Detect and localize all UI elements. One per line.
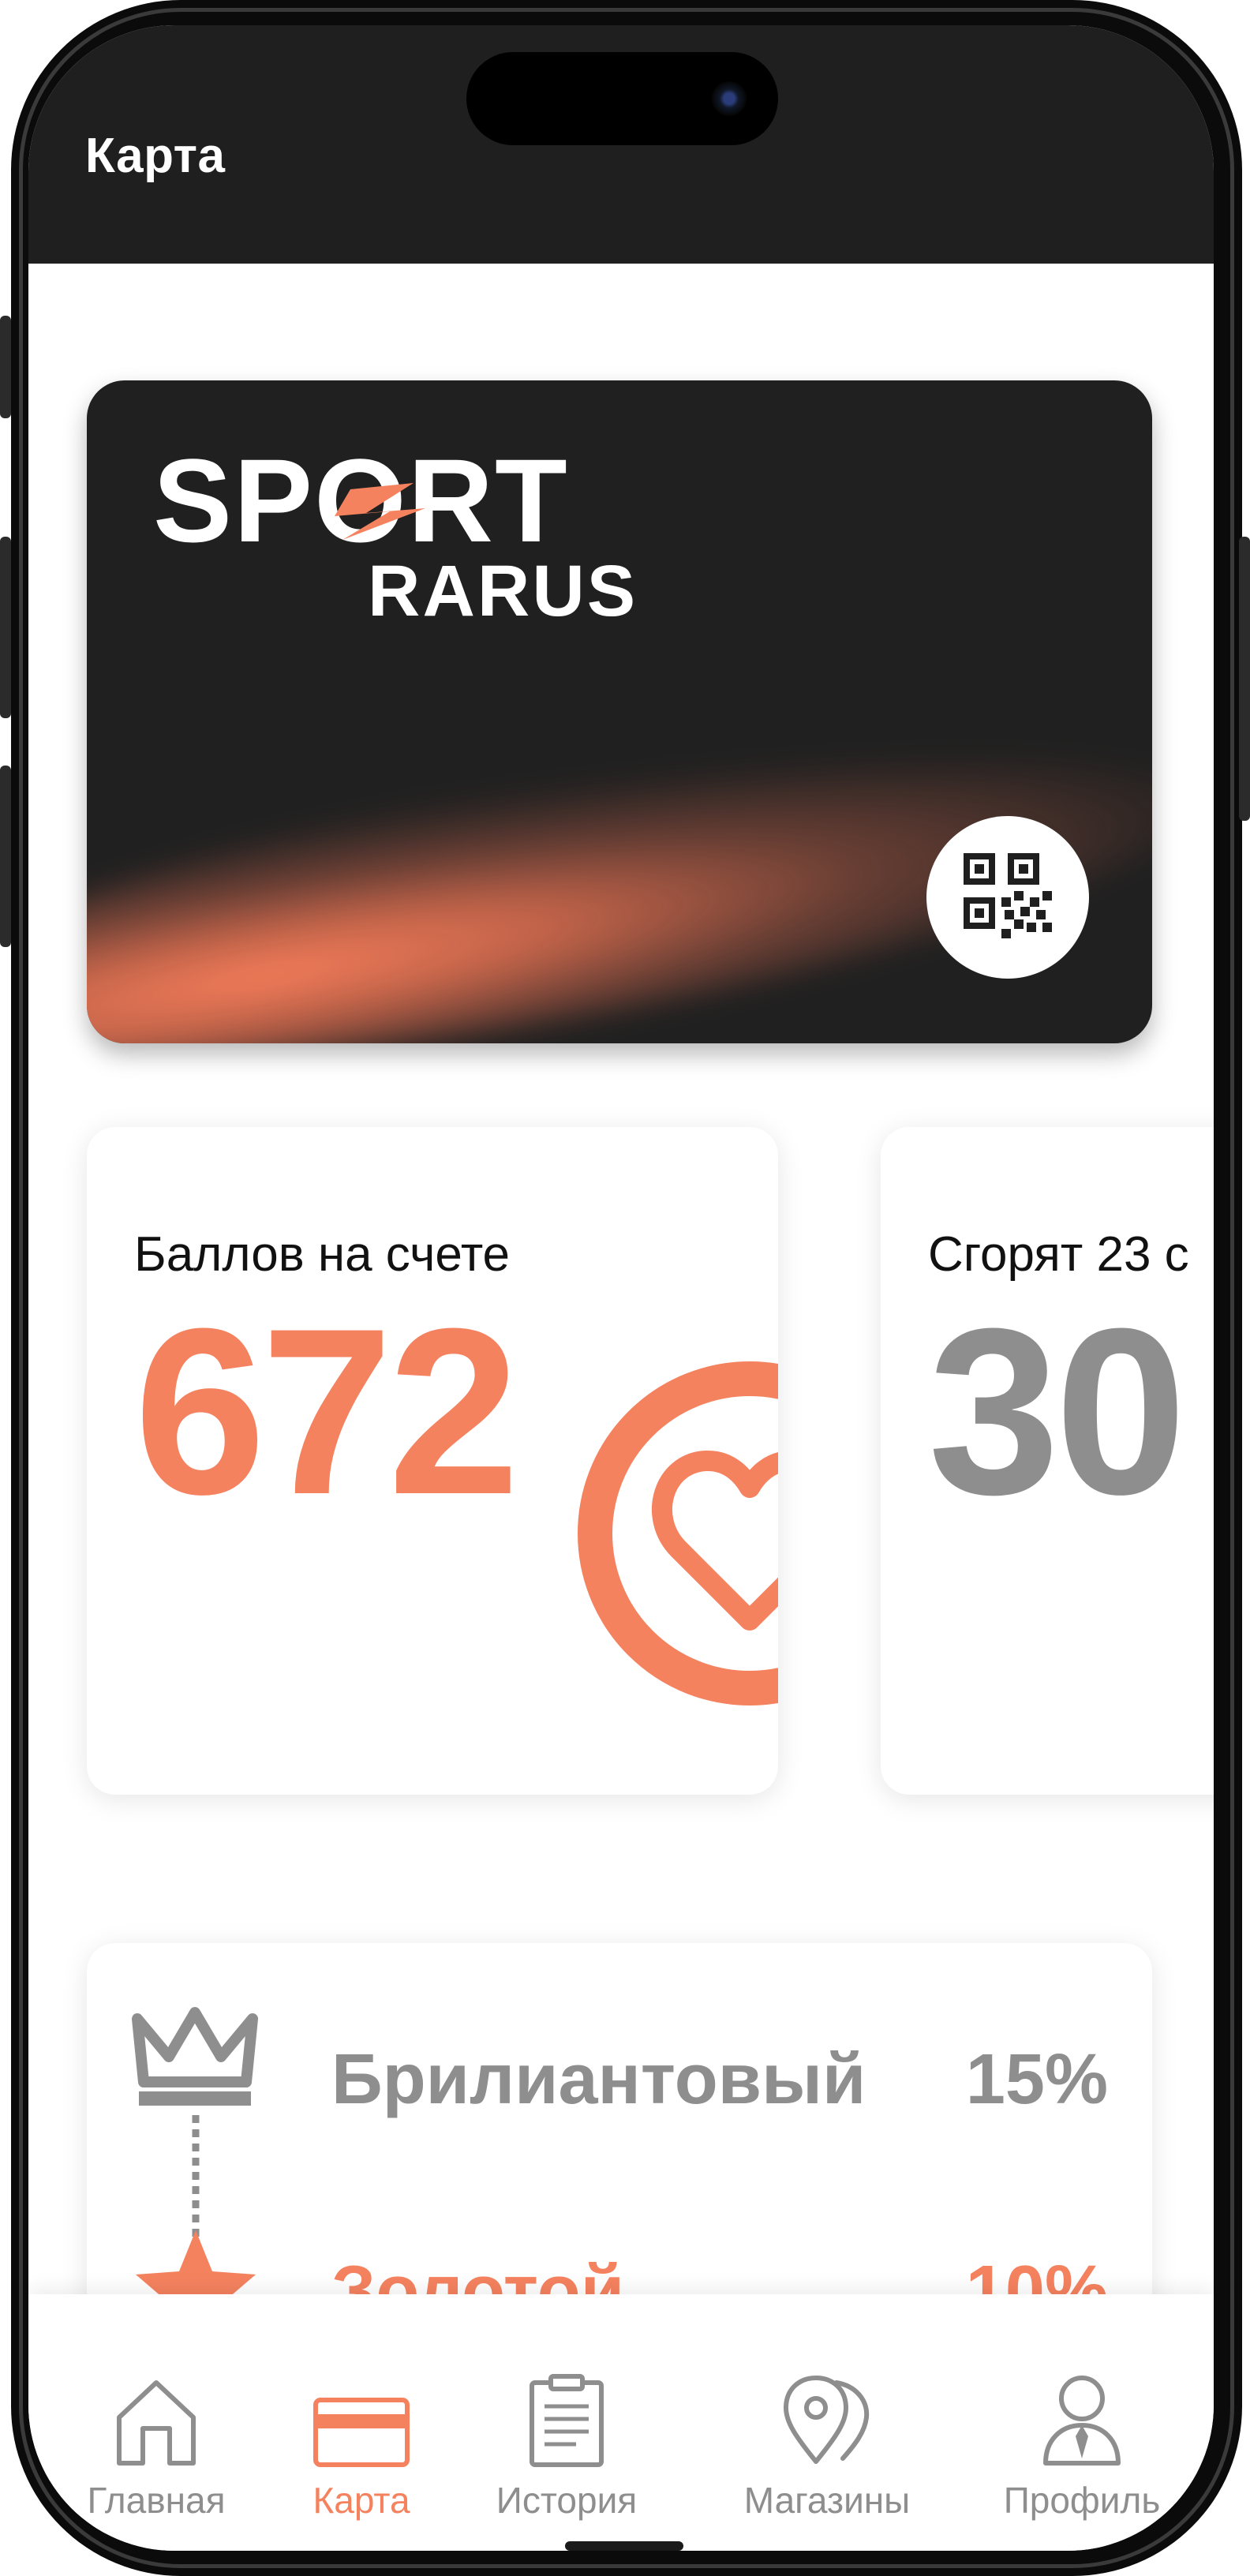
tab-profile-label: Профиль [1003, 2480, 1161, 2521]
tab-home[interactable]: Главная [54, 2365, 259, 2522]
home-indicator [565, 2541, 683, 2551]
volume-up-button [0, 537, 11, 718]
tab-home-label: Главная [87, 2480, 226, 2521]
dynamic-island [466, 52, 778, 145]
power-button [1239, 537, 1250, 821]
qr-code-button[interactable] [926, 816, 1089, 979]
expiring-value: 30 [928, 1279, 1187, 1544]
tab-stores-label: Магазины [743, 2480, 911, 2521]
volume-down-button [0, 766, 11, 947]
balance-value: 672 [134, 1279, 520, 1544]
loyalty-card[interactable]: SPORT RARUS [87, 380, 1152, 1043]
balance-label: Баллов на счете [134, 1227, 511, 1282]
home-icon [117, 2380, 196, 2466]
tab-card-label: Карта [312, 2480, 410, 2521]
crown-icon [132, 2007, 258, 2106]
card-icon [313, 2398, 410, 2467]
tab-history-label: История [496, 2480, 638, 2521]
page-title: Карта [85, 129, 226, 183]
profile-icon [1043, 2376, 1121, 2466]
tab-card[interactable]: Карта [259, 2365, 464, 2522]
app-screen: Карта SPORT RARUS [28, 25, 1214, 2551]
location-icon [784, 2376, 870, 2464]
balance-card[interactable]: Баллов на счете 672 [87, 1127, 778, 1795]
logo-rarus-text: RARUS [368, 551, 638, 631]
expiring-points-card[interactable]: Сгорят 23 с 30 [881, 1127, 1214, 1795]
tab-profile[interactable]: Профиль [967, 2365, 1196, 2522]
level-diamond-name: Брилиантовый [331, 2040, 866, 2119]
expiring-label: Сгорят 23 с [928, 1227, 1189, 1282]
bottom-tab-bar: Главная Карта История Магазины Профиль [28, 2294, 1214, 2551]
heart-emblem-icon [578, 1361, 778, 1705]
tab-history[interactable]: История [464, 2365, 669, 2522]
history-icon [530, 2374, 604, 2467]
sport-rarus-logo: SPORT RARUS [153, 451, 638, 631]
action-button [0, 316, 11, 418]
front-camera [712, 81, 747, 116]
level-diamond-percent: 15% [965, 2040, 1108, 2119]
tab-stores[interactable]: Магазины [709, 2365, 945, 2522]
qr-code-icon [964, 853, 1052, 938]
